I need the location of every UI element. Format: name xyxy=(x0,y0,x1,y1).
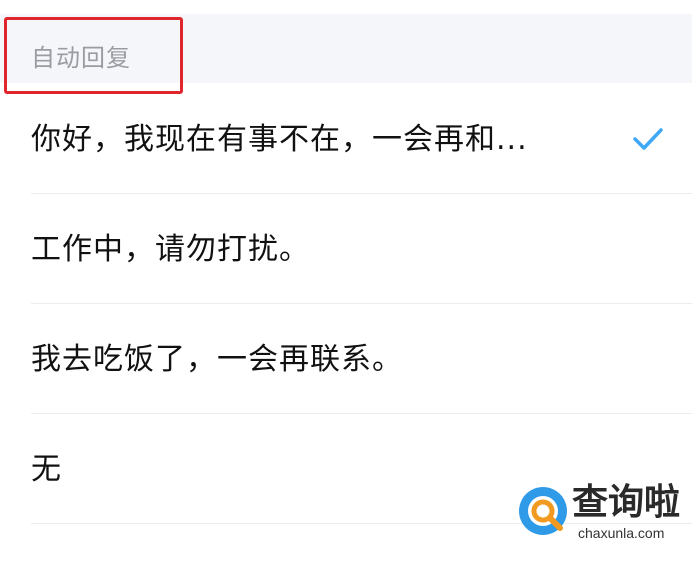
reply-option[interactable]: 你好，我现在有事不在，一会再和... xyxy=(0,84,692,194)
reply-option[interactable]: 我去吃饭了，一会再联系。 xyxy=(0,304,692,414)
magnifier-logo-icon xyxy=(519,487,567,535)
reply-option[interactable]: 工作中，请勿打扰。 xyxy=(0,194,692,304)
auto-reply-list: 你好，我现在有事不在，一会再和... 工作中，请勿打扰。 我去吃饭了，一会再联系… xyxy=(0,84,692,524)
reply-option-label: 无 xyxy=(31,452,62,487)
watermark-name: 查询啦 xyxy=(572,482,681,523)
reply-option-label: 我去吃饭了，一会再联系。 xyxy=(31,342,403,377)
reply-option-label: 你好，我现在有事不在，一会再和... xyxy=(31,122,528,157)
reply-option-label: 工作中，请勿打扰。 xyxy=(31,232,310,267)
highlight-box xyxy=(4,17,183,94)
watermark-url: chaxunla.com xyxy=(578,525,665,541)
checkmark-icon xyxy=(633,128,663,150)
watermark: 查询啦 chaxunla.com xyxy=(516,480,692,544)
